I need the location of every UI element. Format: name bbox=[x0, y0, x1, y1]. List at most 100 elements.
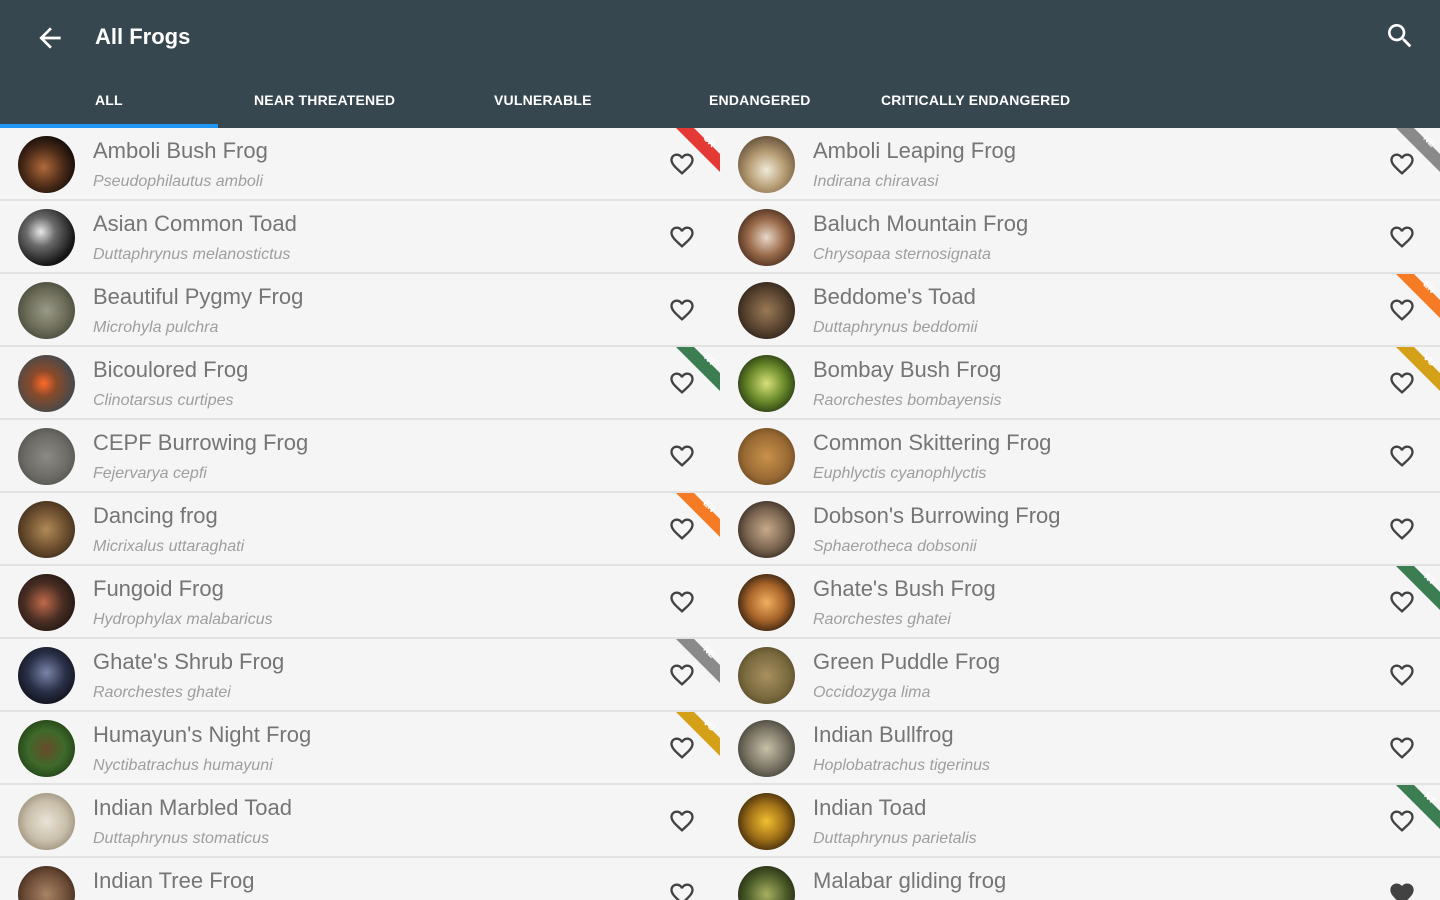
heart-outline-icon bbox=[670, 810, 694, 832]
frog-scientific-name: Occidozyga lima bbox=[813, 684, 931, 701]
heart-outline-icon bbox=[1390, 518, 1414, 540]
search-icon bbox=[1388, 24, 1412, 48]
list-item[interactable]: Indian Marbled Toad Duttaphrynus stomatic… bbox=[0, 785, 720, 858]
favorite-button[interactable] bbox=[668, 223, 696, 251]
status-ribbon-icon bbox=[676, 128, 720, 172]
frog-avatar bbox=[738, 647, 795, 704]
list-item[interactable]: Bicoulored Frog Clinotarsus curtipes NT bbox=[0, 347, 720, 420]
favorite-button[interactable] bbox=[1388, 442, 1416, 470]
frog-avatar bbox=[738, 501, 795, 558]
favorite-button[interactable] bbox=[1388, 223, 1416, 251]
frog-scientific-name: Indirana chiravasi bbox=[813, 173, 939, 190]
frog-scientific-name: Raorchestes ghatei bbox=[813, 611, 951, 628]
status-badge: NT bbox=[1396, 785, 1440, 829]
favorite-button[interactable] bbox=[668, 588, 696, 616]
list-item[interactable]: Beddome's Toad Duttaphrynus beddomii EN bbox=[720, 274, 1440, 347]
list-item[interactable]: Common Skittering Frog Euphlyctis cyanoph… bbox=[720, 420, 1440, 493]
frog-avatar bbox=[738, 209, 795, 266]
frog-column-right: Amboli Leaping Frog Indirana chiravasi NE B… bbox=[720, 128, 1440, 900]
frog-scientific-name: Chrysopaa sternosignata bbox=[813, 246, 991, 263]
list-item[interactable]: Malabar gliding frog bbox=[720, 858, 1440, 900]
list-item[interactable]: Indian Toad Duttaphrynus parietalis NT bbox=[720, 785, 1440, 858]
frog-common-name: Bombay Bush Frog bbox=[813, 357, 1002, 382]
favorite-button[interactable] bbox=[1388, 734, 1416, 762]
heart-outline-icon bbox=[1390, 226, 1414, 248]
favorite-button[interactable] bbox=[1388, 880, 1416, 900]
tab-endangered[interactable]: ENDANGERED bbox=[709, 80, 811, 128]
status-badge: NE bbox=[1396, 128, 1440, 172]
list-item[interactable]: Ghate's Bush Frog Raorchestes ghatei NT bbox=[720, 566, 1440, 639]
status-badge: NT bbox=[1396, 566, 1440, 610]
frog-scientific-name: Duttaphrynus parietalis bbox=[813, 830, 977, 847]
heart-outline-icon bbox=[1390, 737, 1414, 759]
frog-scientific-name: Duttaphrynus melanostictus bbox=[93, 246, 291, 263]
favorite-button[interactable] bbox=[1388, 515, 1416, 543]
favorite-button[interactable] bbox=[668, 880, 696, 900]
list-item[interactable]: Indian Bullfrog Hoplobatrachus tigerinus bbox=[720, 712, 1440, 785]
list-item[interactable]: Baluch Mountain Frog Chrysopaa sternosign… bbox=[720, 201, 1440, 274]
list-item[interactable]: CEPF Burrowing Frog Fejervarya cepfi bbox=[0, 420, 720, 493]
frog-avatar bbox=[18, 282, 75, 339]
tab-near-threatened[interactable]: NEAR THREATENED bbox=[254, 80, 395, 128]
frog-scientific-name: Clinotarsus curtipes bbox=[93, 392, 234, 409]
frog-column-left: Amboli Bush Frog Pseudophilautus amboli CR… bbox=[0, 128, 720, 900]
frog-common-name: Malabar gliding frog bbox=[813, 868, 1007, 893]
list-item[interactable]: Ghate's Shrub Frog Raorchestes ghatei NE bbox=[0, 639, 720, 712]
list-item[interactable]: Amboli Bush Frog Pseudophilautus amboli CR bbox=[0, 128, 720, 201]
list-item[interactable]: Bombay Bush Frog Raorchestes bombayensis V… bbox=[720, 347, 1440, 420]
list-item[interactable]: Humayun's Night Frog Nyctibatrachus humay… bbox=[0, 712, 720, 785]
status-badge: VU bbox=[1396, 347, 1440, 391]
list-item[interactable]: Beautiful Pygmy Frog Microhyla pulchra bbox=[0, 274, 720, 347]
heart-outline-icon bbox=[670, 299, 694, 321]
frog-common-name: Fungoid Frog bbox=[93, 576, 224, 601]
frog-avatar bbox=[18, 720, 75, 777]
list-item[interactable]: Fungoid Frog Hydrophylax malabaricus bbox=[0, 566, 720, 639]
tab-critically-endangered[interactable]: CRITICALLY ENDANGERED bbox=[881, 80, 1070, 128]
frog-common-name: Ghate's Bush Frog bbox=[813, 576, 996, 601]
list-item[interactable]: Dancing frog Micrixalus uttaraghati EN bbox=[0, 493, 720, 566]
frog-scientific-name: Hydrophylax malabaricus bbox=[93, 611, 273, 628]
frog-common-name: Beddome's Toad bbox=[813, 284, 976, 309]
frog-common-name: Asian Common Toad bbox=[93, 211, 297, 236]
page-title: All Frogs bbox=[95, 24, 191, 49]
heart-outline-icon bbox=[670, 445, 694, 467]
status-ribbon-icon bbox=[1396, 347, 1440, 391]
list-item[interactable]: Green Puddle Frog Occidozyga lima bbox=[720, 639, 1440, 712]
list-item[interactable]: Asian Common Toad Duttaphrynus melanostic… bbox=[0, 201, 720, 274]
list-item[interactable]: Dobson's Burrowing Frog Sphaerotheca dobs… bbox=[720, 493, 1440, 566]
favorite-button[interactable] bbox=[668, 807, 696, 835]
frog-scientific-name: Microhyla pulchra bbox=[93, 319, 219, 336]
frog-common-name: Amboli Leaping Frog bbox=[813, 138, 1017, 163]
heart-outline-icon bbox=[1390, 664, 1414, 686]
heart-outline-icon bbox=[670, 226, 694, 248]
frog-common-name: Common Skittering Frog bbox=[813, 430, 1052, 455]
frog-scientific-name: Pseudophilautus amboli bbox=[93, 173, 263, 190]
tab-all[interactable]: ALL bbox=[95, 80, 123, 128]
frog-avatar bbox=[738, 355, 795, 412]
frog-scientific-name: Sphaerotheca dobsonii bbox=[813, 538, 977, 555]
list-item[interactable]: Amboli Leaping Frog Indirana chiravasi NE bbox=[720, 128, 1440, 201]
status-badge: CR bbox=[676, 128, 720, 172]
favorite-button[interactable] bbox=[668, 296, 696, 324]
frog-common-name: Indian Marbled Toad bbox=[93, 795, 292, 820]
frog-avatar bbox=[18, 428, 75, 485]
frog-common-name: Amboli Bush Frog bbox=[93, 138, 268, 163]
frog-common-name: Dancing frog bbox=[93, 503, 218, 528]
search-button[interactable] bbox=[1384, 20, 1416, 52]
frog-list: Amboli Bush Frog Pseudophilautus amboli CR… bbox=[0, 128, 1440, 900]
frog-common-name: Indian Toad bbox=[813, 795, 927, 820]
frog-scientific-name: Duttaphrynus stomaticus bbox=[93, 830, 270, 847]
favorite-button[interactable] bbox=[1388, 661, 1416, 689]
list-item[interactable]: Indian Tree Frog bbox=[0, 858, 720, 900]
tab-vulnerable[interactable]: VULNERABLE bbox=[494, 80, 592, 128]
status-badge: NT bbox=[676, 347, 720, 391]
back-button[interactable] bbox=[34, 22, 66, 54]
frog-scientific-name: Raorchestes bombayensis bbox=[813, 392, 1002, 409]
frog-avatar bbox=[738, 282, 795, 339]
favorite-button[interactable] bbox=[668, 442, 696, 470]
status-badge: NE bbox=[676, 639, 720, 683]
frog-common-name: Beautiful Pygmy Frog bbox=[93, 284, 304, 309]
status-ribbon-icon bbox=[676, 493, 720, 537]
frog-avatar bbox=[18, 574, 75, 631]
status-ribbon-icon bbox=[1396, 274, 1440, 318]
